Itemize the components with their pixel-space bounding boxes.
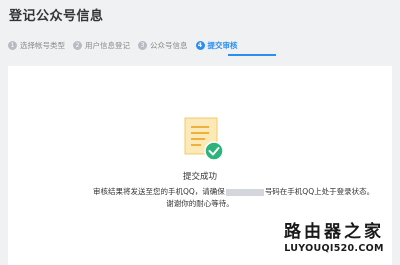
step-2: 2 用户信息登记 [73, 40, 130, 51]
success-title: 提交成功 [182, 172, 217, 182]
step-number: 3 [138, 41, 147, 50]
step-number: 2 [73, 41, 82, 50]
check-circle-icon [204, 141, 224, 161]
watermark-logo: 路由器之家 LUYOUQI520.COM [278, 221, 390, 254]
step-label: 选择帐号类型 [20, 41, 65, 50]
message-suffix: 号码在手机QQ上处于登录状态。 [264, 187, 375, 196]
step-4-active: 4 提交审核 [195, 40, 238, 51]
document-icon [184, 117, 224, 161]
redacted-phone-number [225, 188, 264, 196]
step-3: 3 公众号信息 [138, 40, 188, 51]
result-message: 审核结果将发送至您的手机QQ，请确保 号码在手机QQ上处于登录状态。 [93, 186, 374, 197]
step-indicator: 1 选择帐号类型 2 用户信息登记 3 公众号信息 4 提交审核 [8, 40, 238, 51]
watermark-text-en: LUYOUQI520.COM [284, 242, 384, 254]
page-title: 登记公众号信息 [9, 9, 104, 24]
thanks-message: 谢谢你的耐心等待。 [166, 199, 234, 208]
watermark-text-cn: 路由器之家 [284, 221, 384, 242]
step-number: 4 [195, 41, 205, 50]
step-label: 用户信息登记 [85, 41, 130, 50]
step-label: 公众号信息 [150, 41, 188, 50]
step-label: 提交审核 [207, 41, 238, 50]
message-prefix: 审核结果将发送至您的手机QQ，请确保 [93, 187, 225, 196]
step-1: 1 选择帐号类型 [8, 40, 65, 51]
step-number: 1 [8, 41, 17, 50]
active-step-underline [228, 54, 276, 56]
